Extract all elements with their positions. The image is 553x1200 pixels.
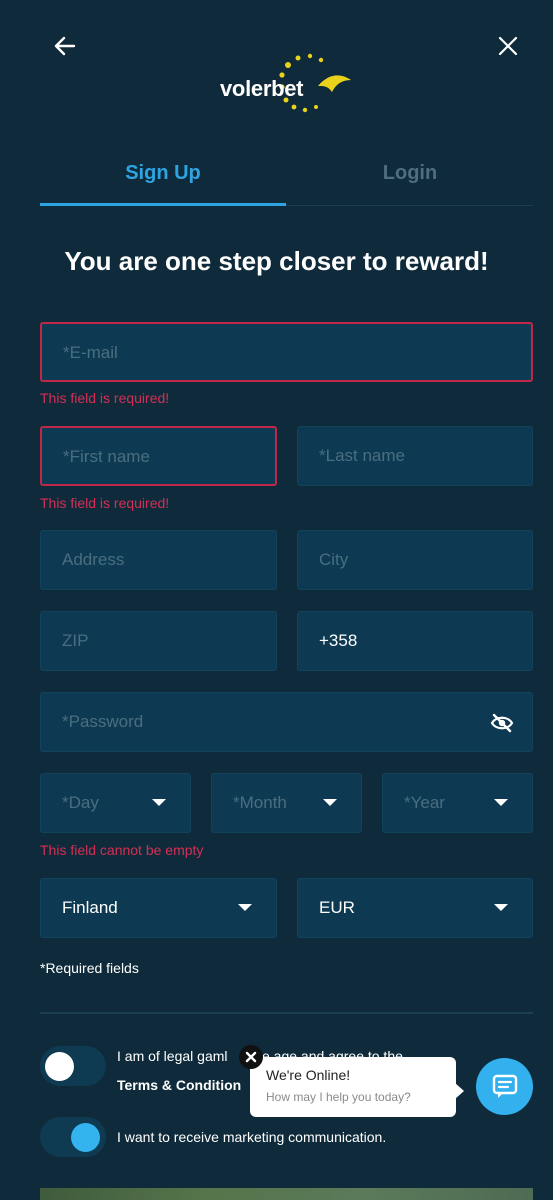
first-name-error: This field is required! [40,495,170,511]
chevron-down-icon [494,904,508,911]
chat-subtitle: How may I help you today? [266,1090,411,1104]
auth-tabs: Sign Up Login [40,150,533,206]
zip-field[interactable]: ZIP [40,611,277,671]
chat-title: We're Online! [266,1067,351,1083]
eye-slash-icon[interactable] [490,713,514,733]
month-select[interactable]: *Month [211,773,362,833]
password-field[interactable]: *Password [40,692,533,752]
chat-greeting-bubble[interactable]: We're Online! How may I help you today? [250,1057,464,1117]
legal-age-toggle[interactable] [40,1046,106,1086]
divider [40,1012,533,1014]
volerbet-logo: volerbet [218,50,358,114]
marketing-toggle[interactable] [40,1117,106,1157]
address-field[interactable]: Address [40,530,277,590]
first-name-placeholder: *First name [63,447,150,466]
email-field[interactable]: *E-mail [40,322,533,382]
required-fields-note: *Required fields [40,960,139,976]
page-headline: You are one step closer to reward! [64,246,489,276]
chat-close-icon[interactable] [239,1045,263,1069]
back-arrow-icon[interactable] [50,30,82,62]
marketing-text: I want to receive marketing communicatio… [117,1129,387,1145]
toggle-knob [71,1123,100,1152]
chat-icon [492,1074,518,1098]
dob-error: This field cannot be empty [40,842,204,858]
first-name-field[interactable]: *First name [40,426,277,486]
month-placeholder: *Month [233,793,287,812]
tab-login[interactable]: Login [287,150,533,206]
country-select[interactable]: Finland [40,878,277,938]
city-placeholder: City [319,550,349,569]
day-placeholder: *Day [62,793,99,812]
last-name-field[interactable]: *Last name [297,426,533,486]
address-placeholder: Address [62,550,125,569]
currency-select[interactable]: EUR [297,878,533,938]
promo-banner-edge [40,1188,533,1200]
phone-field[interactable]: +358 [297,611,533,671]
country-value: Finland [62,898,118,917]
toggle-knob [45,1052,74,1081]
tab-sign-up[interactable]: Sign Up [40,150,286,206]
chevron-down-icon [494,799,508,806]
logo-wordmark: volerbet [220,76,304,101]
last-name-placeholder: *Last name [319,446,405,465]
chevron-down-icon [323,799,337,806]
close-icon[interactable] [492,30,524,62]
zip-placeholder: ZIP [62,631,89,650]
chevron-down-icon [152,799,166,806]
password-placeholder: *Password [62,712,144,731]
signup-page: volerbet Sign Up Login You are one step … [0,0,553,1200]
currency-value: EUR [319,898,355,917]
year-select[interactable]: *Year [382,773,533,833]
terms-conditions-link[interactable]: Terms & Condition [117,1077,241,1093]
chevron-down-icon [238,904,252,911]
legal-age-text: I am of legal gaml [117,1048,228,1064]
email-error: This field is required! [40,390,170,406]
phone-value: +358 [319,631,358,650]
city-field[interactable]: City [297,530,533,590]
year-placeholder: *Year [404,793,445,812]
day-select[interactable]: *Day [40,773,191,833]
chat-launcher-button[interactable] [476,1058,533,1115]
email-placeholder: *E-mail [63,343,118,362]
